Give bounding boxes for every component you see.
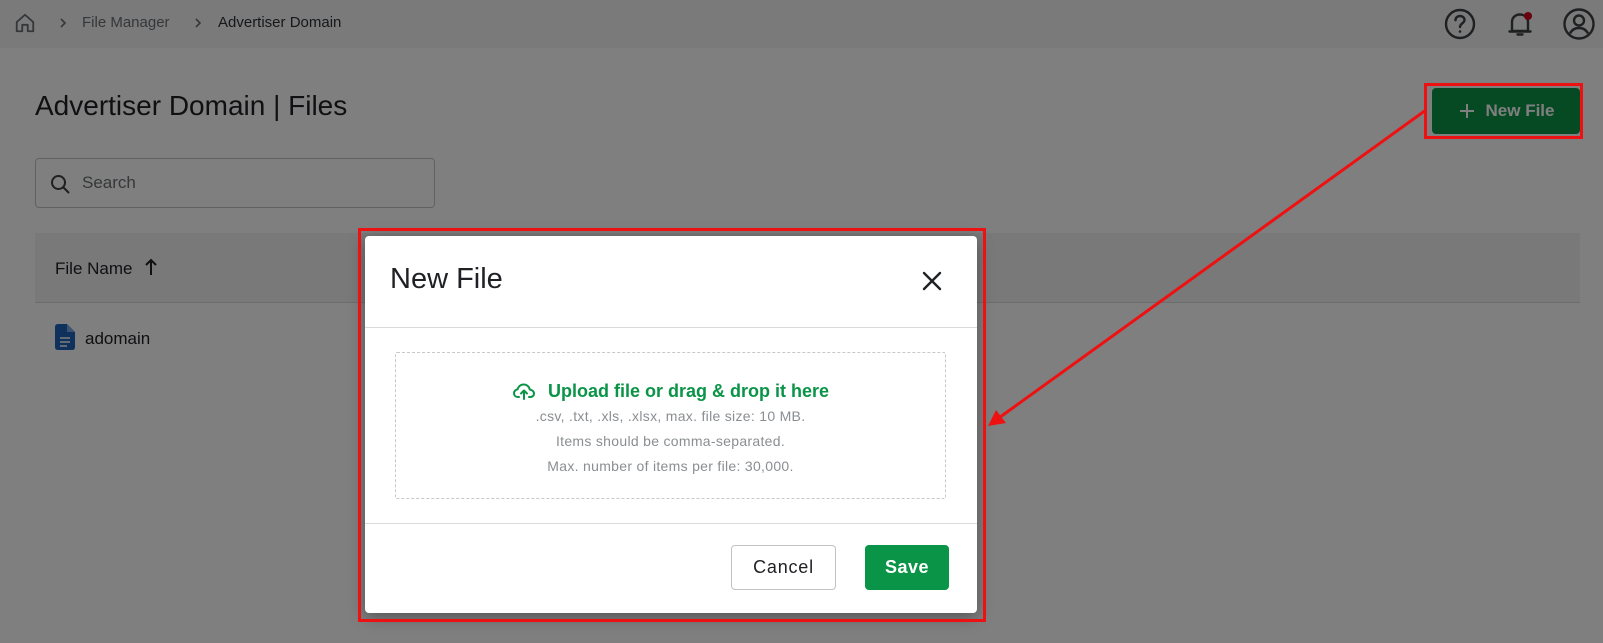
new-file-highlight-box [1424,83,1583,139]
dialog-highlight-box [358,228,986,622]
